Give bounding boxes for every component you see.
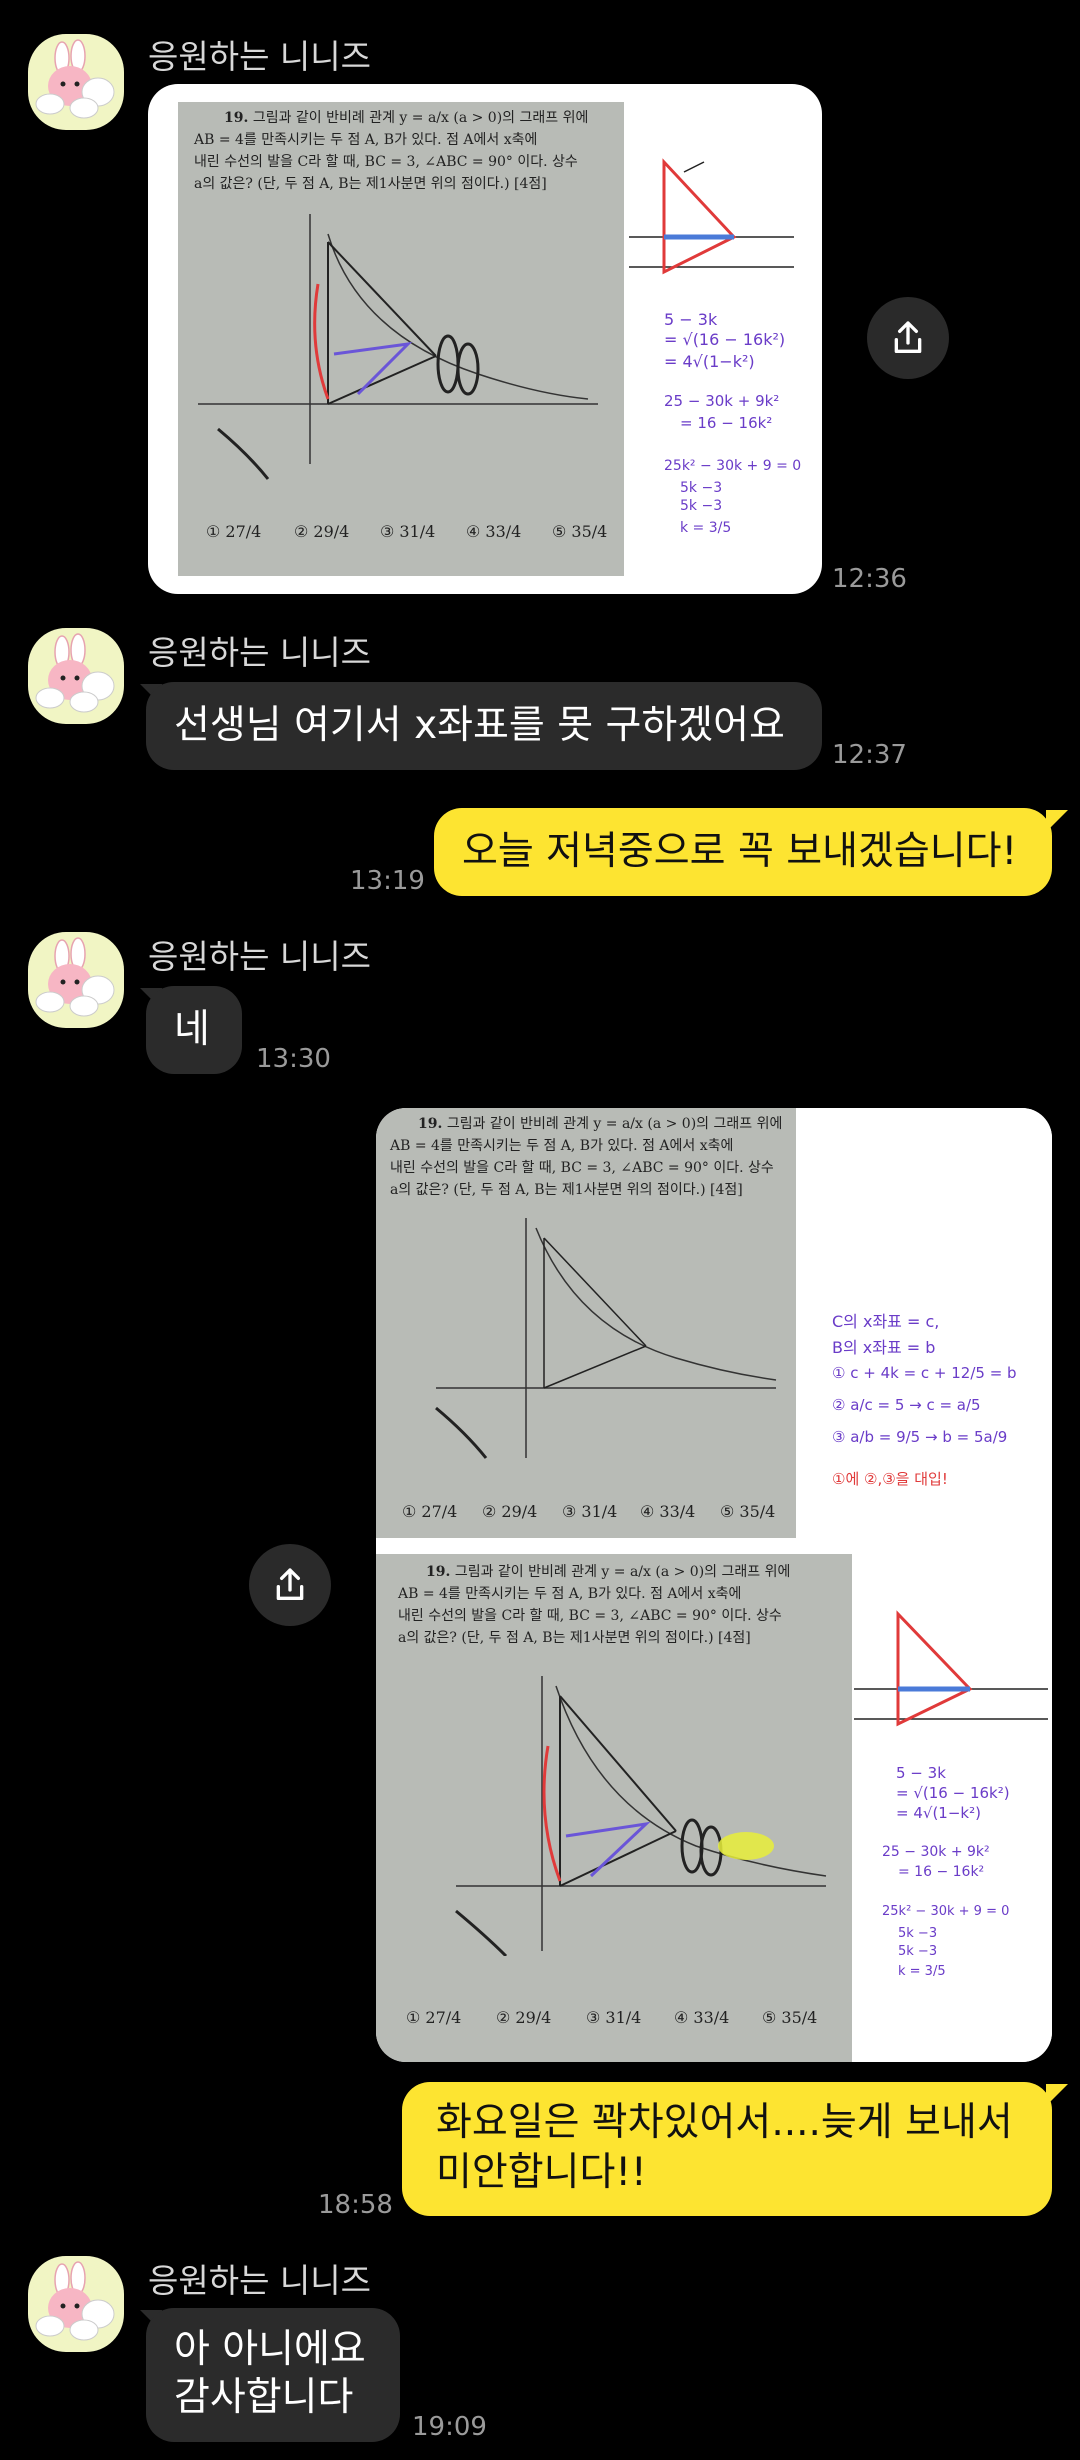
- choice: ② 29/4: [294, 522, 350, 541]
- note-line: ①에 ②,③을 대입!: [832, 1470, 948, 1488]
- handwritten-notes: 5 − 3k = √(16 − 16k²) = 4√(1−k²) 25 − 30…: [624, 102, 804, 576]
- sender-name: 응원하는 니니즈: [148, 937, 372, 976]
- choice: ① 27/4: [402, 1502, 458, 1521]
- problem-text-line: AB = 4를 만족시키는 두 점 A, B가 있다. 점 A에서 x축에: [398, 1586, 742, 1602]
- graph-figure: [455, 1676, 827, 1956]
- note-line: = 16 − 16k²: [680, 414, 773, 432]
- choice: ⑤ 35/4: [762, 2008, 818, 2027]
- message-bubble[interactable]: 선생님 여기서 x좌표를 못 구하겠어요: [146, 682, 822, 770]
- message-time: 18:58: [318, 2190, 393, 2220]
- message-text: 네: [174, 1007, 210, 1052]
- avatar[interactable]: [28, 34, 124, 130]
- bunny-avatar-icon: [35, 937, 115, 1017]
- note-line: ① c + 4k = c + 12/5 = b: [832, 1364, 1017, 1382]
- note-line: = 4√(1−k²): [896, 1804, 981, 1822]
- image-message[interactable]: 19. 그림과 같이 반비례 관계 y = a/x (a > 0)의 그래프 위…: [148, 84, 822, 594]
- message-bubble[interactable]: 아 아니에요 감사합니다: [146, 2308, 400, 2442]
- choice: ④ 33/4: [674, 2008, 730, 2027]
- note-line: 25 − 30k + 9k²: [882, 1844, 990, 1860]
- sender-name: 응원하는 니니즈: [148, 633, 372, 672]
- note-line: k = 3/5: [898, 1964, 946, 1979]
- message-bubble[interactable]: 오늘 저녁중으로 꼭 보내겠습니다!: [434, 808, 1052, 896]
- note-line: 25k² − 30k + 9 = 0: [664, 458, 802, 474]
- message-text: 선생님 여기서 x좌표를 못 구하겠어요: [174, 703, 785, 748]
- problem-text-line: 19. 그림과 같이 반비례 관계 y = a/x (a > 0)의 그래프 위…: [426, 1564, 791, 1580]
- note-line: 5k −3: [898, 1926, 938, 1941]
- note-line: 5 − 3k: [664, 310, 718, 329]
- choice: ④ 33/4: [640, 1502, 696, 1521]
- choice: ① 27/4: [206, 522, 262, 541]
- message-text: 미안합니다!!: [436, 2150, 647, 2195]
- choice: ③ 31/4: [380, 522, 436, 541]
- note-line: 25 − 30k + 9k²: [664, 392, 780, 410]
- note-line: 5 − 3k: [896, 1764, 946, 1782]
- choice: ② 29/4: [482, 1502, 538, 1521]
- problem-text-line: a의 값은? (단, 두 점 A, B는 제1사분면 위의 점이다.) [4점]: [398, 1630, 751, 1646]
- bubble-tail: [1046, 810, 1068, 832]
- bunny-avatar-icon: [35, 39, 115, 119]
- problem-text-line: a의 값은? (단, 두 점 A, B는 제1사분면 위의 점이다.) [4점]: [390, 1182, 743, 1198]
- message-time: 19:09: [412, 2412, 487, 2442]
- message-bubble[interactable]: 네: [146, 986, 242, 1074]
- choice: ④ 33/4: [466, 522, 522, 541]
- problem-text-line: 내린 수선의 발을 C라 할 때, BC = 3, ∠ABC = 90° 이다.…: [390, 1160, 774, 1176]
- avatar[interactable]: [28, 2256, 124, 2352]
- sender-name: 응원하는 니니즈: [148, 37, 372, 76]
- graph-figure: [198, 214, 598, 480]
- bunny-avatar-icon: [35, 633, 115, 713]
- graph-figure: [435, 1218, 777, 1459]
- triangle-sketch: [629, 158, 794, 275]
- share-button[interactable]: [867, 297, 949, 379]
- problem-text-line: 19. 그림과 같이 반비례 관계 y = a/x (a > 0)의 그래프 위…: [418, 1116, 783, 1132]
- problem-text-line: AB = 4를 만족시키는 두 점 A, B가 있다. 점 A에서 x축에: [194, 132, 538, 148]
- message-time: 12:36: [832, 564, 907, 594]
- note-line: k = 3/5: [680, 520, 732, 536]
- message-time: 13:30: [256, 1044, 331, 1074]
- note-line: 5k −3: [680, 498, 723, 514]
- avatar[interactable]: [28, 932, 124, 1028]
- message-time: 12:37: [832, 740, 907, 770]
- handwritten-notes: 5 − 3k = √(16 − 16k²) = 4√(1−k²) 25 − 30…: [852, 1554, 1052, 2062]
- note-line: ③ a/b = 9/5 → b = 5a/9: [832, 1428, 1008, 1446]
- message-text: 화요일은 꽉차있어서....늦게 보내서: [436, 2100, 1013, 2145]
- message-text: 아 아니에요: [174, 2327, 366, 2372]
- message-text: 감사합니다: [174, 2375, 354, 2420]
- note-line: 5k −3: [898, 1944, 938, 1959]
- choice: ③ 31/4: [586, 2008, 642, 2027]
- avatar[interactable]: [28, 628, 124, 724]
- problem-text-line: AB = 4를 만족시키는 두 점 A, B가 있다. 점 A에서 x축에: [390, 1138, 734, 1154]
- problem-text-line: 내린 수선의 발을 C라 할 때, BC = 3, ∠ABC = 90° 이다.…: [398, 1608, 782, 1624]
- share-icon: [894, 321, 922, 353]
- note-line: C의 x좌표 = c,: [832, 1312, 940, 1331]
- note-line: = 16 − 16k²: [898, 1864, 985, 1880]
- note-line: = 4√(1−k²): [664, 352, 755, 371]
- note-line: B의 x좌표 = b: [832, 1338, 936, 1357]
- problem-text-line: 19. 그림과 같이 반비례 관계 y = a/x (a > 0)의 그래프 위…: [224, 110, 589, 126]
- note-line: 5k −3: [680, 480, 723, 496]
- message-text: 오늘 저녁중으로 꼭 보내겠습니다!: [462, 829, 1018, 874]
- share-icon: [276, 1568, 304, 1600]
- choice: ② 29/4: [496, 2008, 552, 2027]
- handwritten-notes: C의 x좌표 = c, B의 x좌표 = b ① c + 4k = c + 12…: [796, 1108, 1052, 1558]
- message-bubble[interactable]: 화요일은 꽉차있어서....늦게 보내서 미안합니다!!: [402, 2082, 1052, 2216]
- choice: ① 27/4: [406, 2008, 462, 2027]
- problem-text-line: a의 값은? (단, 두 점 A, B는 제1사분면 위의 점이다.) [4점]: [194, 176, 547, 192]
- choice: ③ 31/4: [562, 1502, 618, 1521]
- bubble-tail: [1046, 2084, 1068, 2106]
- message-time: 13:19: [350, 866, 425, 896]
- sender-name: 응원하는 니니즈: [148, 2261, 372, 2300]
- choice: ⑤ 35/4: [552, 522, 608, 541]
- triangle-sketch: [854, 1610, 1048, 1727]
- problem-text-line: 내린 수선의 발을 C라 할 때, BC = 3, ∠ABC = 90° 이다.…: [194, 154, 578, 170]
- note-line: ② a/c = 5 → c = a/5: [832, 1396, 981, 1414]
- image-message[interactable]: 19. 그림과 같이 반비례 관계 y = a/x (a > 0)의 그래프 위…: [376, 1108, 1052, 2062]
- note-line: = √(16 − 16k²): [896, 1784, 1010, 1802]
- note-line: = √(16 − 16k²): [664, 330, 786, 349]
- bunny-avatar-icon: [35, 2261, 115, 2341]
- note-line: 25k² − 30k + 9 = 0: [882, 1904, 1010, 1919]
- share-button[interactable]: [249, 1544, 331, 1626]
- choice: ⑤ 35/4: [720, 1502, 776, 1521]
